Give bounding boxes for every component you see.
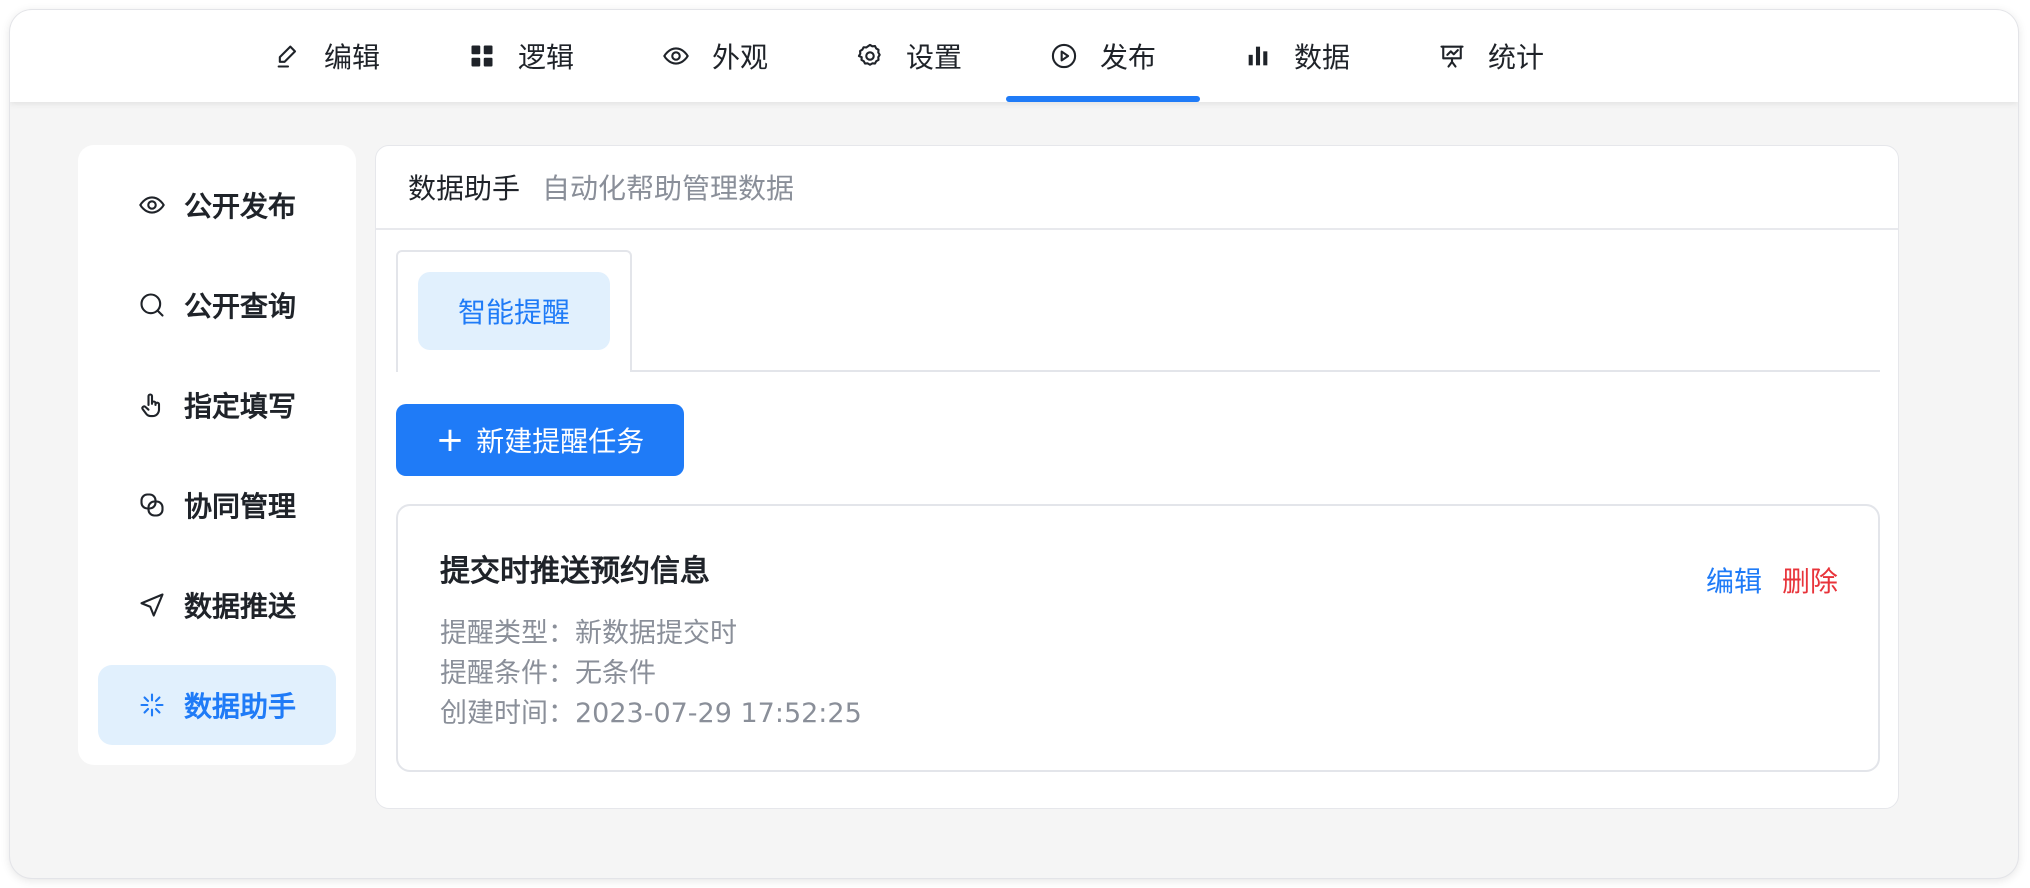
sparkle-icon [140,693,164,717]
sidebar-item-label: 数据助手 [184,690,297,723]
sidebar-item-label: 公开发布 [184,190,297,223]
tab-settings-label: 设置 [905,41,962,74]
tab-smart-reminder[interactable]: 智能提醒 [418,272,610,350]
sidebar-item-data-push[interactable]: 数据推送 [98,565,336,645]
task-title: 提交时推送预约信息 [440,554,710,589]
tab-data[interactable]: 数据 [1200,10,1394,102]
panel-header: 数据助手 自动化帮助管理数据 [376,146,1898,230]
pen-icon [277,45,297,68]
publish-sidebar: 公开发布 公开查询 指定填写 协同管理 数据推送 数据助手 [78,145,356,765]
sidebar-item-label: 公开查询 [184,290,297,323]
tab-statistics-label: 统计 [1487,41,1544,74]
reminder-task-card: 提交时推送预约信息 提醒类型：新数据提交时 提醒条件：无条件 创建时间：2023… [396,504,1880,772]
send-icon [140,593,164,617]
new-reminder-task-button[interactable]: + 新建提醒任务 [396,404,684,476]
task-reminder-type: 提醒类型：新数据提交时 [440,618,737,649]
hand-pointer-icon [141,393,161,418]
task-created-time: 创建时间：2023-07-29 17:52:25 [440,698,862,729]
sidebar-item-assigned-fill[interactable]: 指定填写 [98,365,336,445]
plus-icon: + [435,420,465,460]
edit-task-link[interactable]: 编辑 [1706,560,1762,600]
task-reminder-condition: 提醒条件：无条件 [440,658,656,689]
tab-logic-label: 逻辑 [517,41,574,74]
data-assistant-panel: 数据助手 自动化帮助管理数据 智能提醒 + 新建提醒任务 提交时推送预约信息 提… [375,145,1899,809]
sidebar-item-public-publish[interactable]: 公开发布 [98,165,336,245]
top-navigation: 编辑 逻辑 外观 设置 发布 数据 统计 [10,10,2018,102]
tab-edit[interactable]: 编辑 [230,10,424,102]
sidebar-item-label: 协同管理 [184,490,297,523]
app-window: 编辑 逻辑 外观 设置 发布 数据 统计 公开发布 公开查询 指定填写 协同管理… [10,10,2018,878]
tab-publish-label: 发布 [1099,41,1156,74]
link-icon [140,493,164,517]
task-actions: 编辑 删除 [1706,560,1838,600]
grid-icon [471,45,493,67]
tab-data-label: 数据 [1293,41,1350,74]
eye-icon [663,47,689,65]
sidebar-item-collaboration[interactable]: 协同管理 [98,465,336,545]
tab-logic[interactable]: 逻辑 [424,10,618,102]
sidebar-item-label: 数据推送 [184,590,297,623]
new-reminder-task-label: 新建提醒任务 [476,425,645,458]
play-circle-icon [1051,43,1077,69]
tab-appearance[interactable]: 外观 [618,10,812,102]
presentation-icon [1440,45,1464,68]
sidebar-item-data-assistant[interactable]: 数据助手 [98,665,336,745]
search-icon [140,293,164,317]
page-title: 数据助手 [408,172,521,205]
feature-tabs: 智能提醒 [396,250,1880,372]
tab-settings[interactable]: 设置 [812,10,1006,102]
tab-appearance-label: 外观 [711,41,768,74]
eye-icon [139,196,165,214]
tab-smart-reminder-container: 智能提醒 [396,250,632,372]
tab-statistics[interactable]: 统计 [1394,10,1588,102]
sidebar-item-label: 指定填写 [184,390,297,423]
sidebar-item-public-query[interactable]: 公开查询 [98,265,336,345]
tab-publish[interactable]: 发布 [1006,10,1200,102]
delete-task-link[interactable]: 删除 [1782,560,1838,600]
tab-edit-label: 编辑 [323,41,380,74]
bar-chart-icon [1248,46,1268,66]
page-subtitle: 自动化帮助管理数据 [542,172,795,205]
gear-icon [857,43,881,66]
